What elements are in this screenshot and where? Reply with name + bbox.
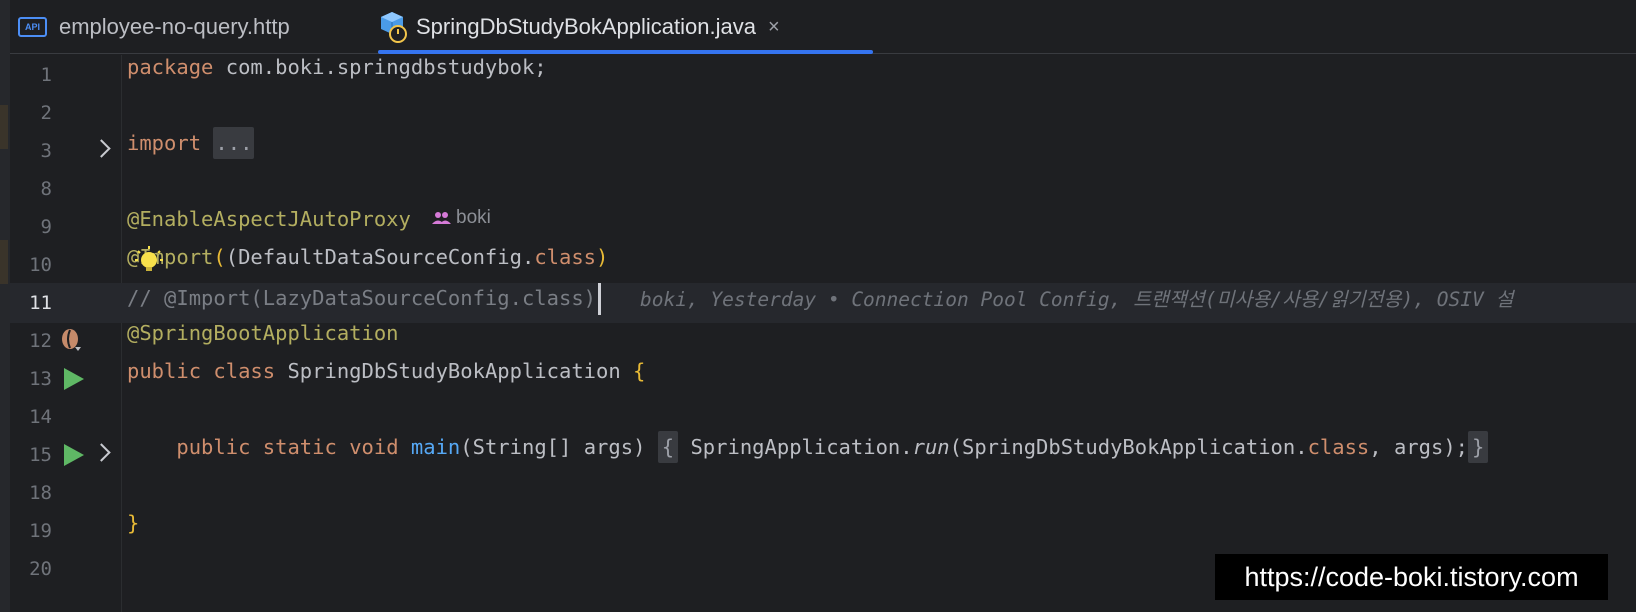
line-number: 19 <box>29 520 52 542</box>
code-line: 1 package com.boki.springdbstudybok; <box>10 55 1636 95</box>
code-line: 12 @SpringBootApplication <box>10 321 1636 361</box>
line-number: 9 <box>40 216 52 238</box>
line-number: 14 <box>29 406 52 428</box>
code-line: 15 public static void main(String[] args… <box>10 431 1636 475</box>
line-number: 20 <box>29 558 52 580</box>
line-number: 12 <box>29 330 52 352</box>
spring-bean-icon[interactable] <box>60 328 82 352</box>
tab-spring-application[interactable]: SpringDbStudyBokApplication.java × <box>378 0 873 54</box>
tab-label: SpringDbStudyBokApplication.java <box>416 14 756 39</box>
spring-boot-java-icon <box>378 11 408 43</box>
lightbulb-icon[interactable] <box>134 245 164 275</box>
run-icon[interactable] <box>64 368 84 390</box>
tab-label: employee-no-query.http <box>59 14 290 39</box>
folded-method-body[interactable]: { <box>657 431 679 463</box>
line-number: 11 <box>29 292 52 314</box>
code-line: 9 @EnableAspectJAutoProxy boki <box>10 207 1636 247</box>
line-number: 3 <box>40 140 52 162</box>
line-number: 10 <box>29 254 52 276</box>
code-line: 13 public class SpringDbStudyBokApplicat… <box>10 359 1636 399</box>
code-editor[interactable]: 1 package com.boki.springdbstudybok; 2 3… <box>10 55 1636 612</box>
line-number: 13 <box>29 368 52 390</box>
users-icon <box>432 212 451 224</box>
code-line: 19 } <box>10 511 1636 551</box>
watermark: https://code-boki.tistory.com <box>1215 554 1608 600</box>
line-number: 1 <box>40 64 52 86</box>
code-line: 2 <box>10 93 1636 133</box>
change-marker <box>0 240 8 284</box>
line-number: 15 <box>29 444 52 466</box>
code-author-inlay[interactable]: boki <box>432 207 491 229</box>
close-icon[interactable]: × <box>768 16 780 39</box>
run-icon[interactable] <box>64 444 84 466</box>
tab-employee-no-query[interactable]: API employee-no-query.http <box>18 0 290 54</box>
code-line: 14 <box>10 397 1636 437</box>
line-number: 8 <box>40 178 52 200</box>
left-tool-strip <box>0 0 10 612</box>
fold-chevron-icon[interactable] <box>92 443 111 462</box>
fold-chevron-icon[interactable] <box>92 139 111 158</box>
code-line: 8 <box>10 169 1636 209</box>
code-line: 3 import ... <box>10 127 1636 171</box>
line-number: 2 <box>40 102 52 124</box>
folded-imports[interactable]: ... <box>213 127 255 159</box>
api-file-icon: API <box>18 17 47 37</box>
code-line: 18 <box>10 473 1636 513</box>
line-number: 18 <box>29 482 52 504</box>
code-line: 10 @Import((DefaultDataSourceConfig.clas… <box>10 245 1636 285</box>
git-blame-inlay[interactable]: boki, Yesterday • Connection Pool Config… <box>640 283 1513 312</box>
editor-tab-bar: API employee-no-query.http SpringDbStudy… <box>10 0 1636 54</box>
change-marker <box>0 105 8 149</box>
code-line-current: 11 // @Import(LazyDataSourceConfig.class… <box>10 283 1636 323</box>
text-caret <box>598 283 601 315</box>
